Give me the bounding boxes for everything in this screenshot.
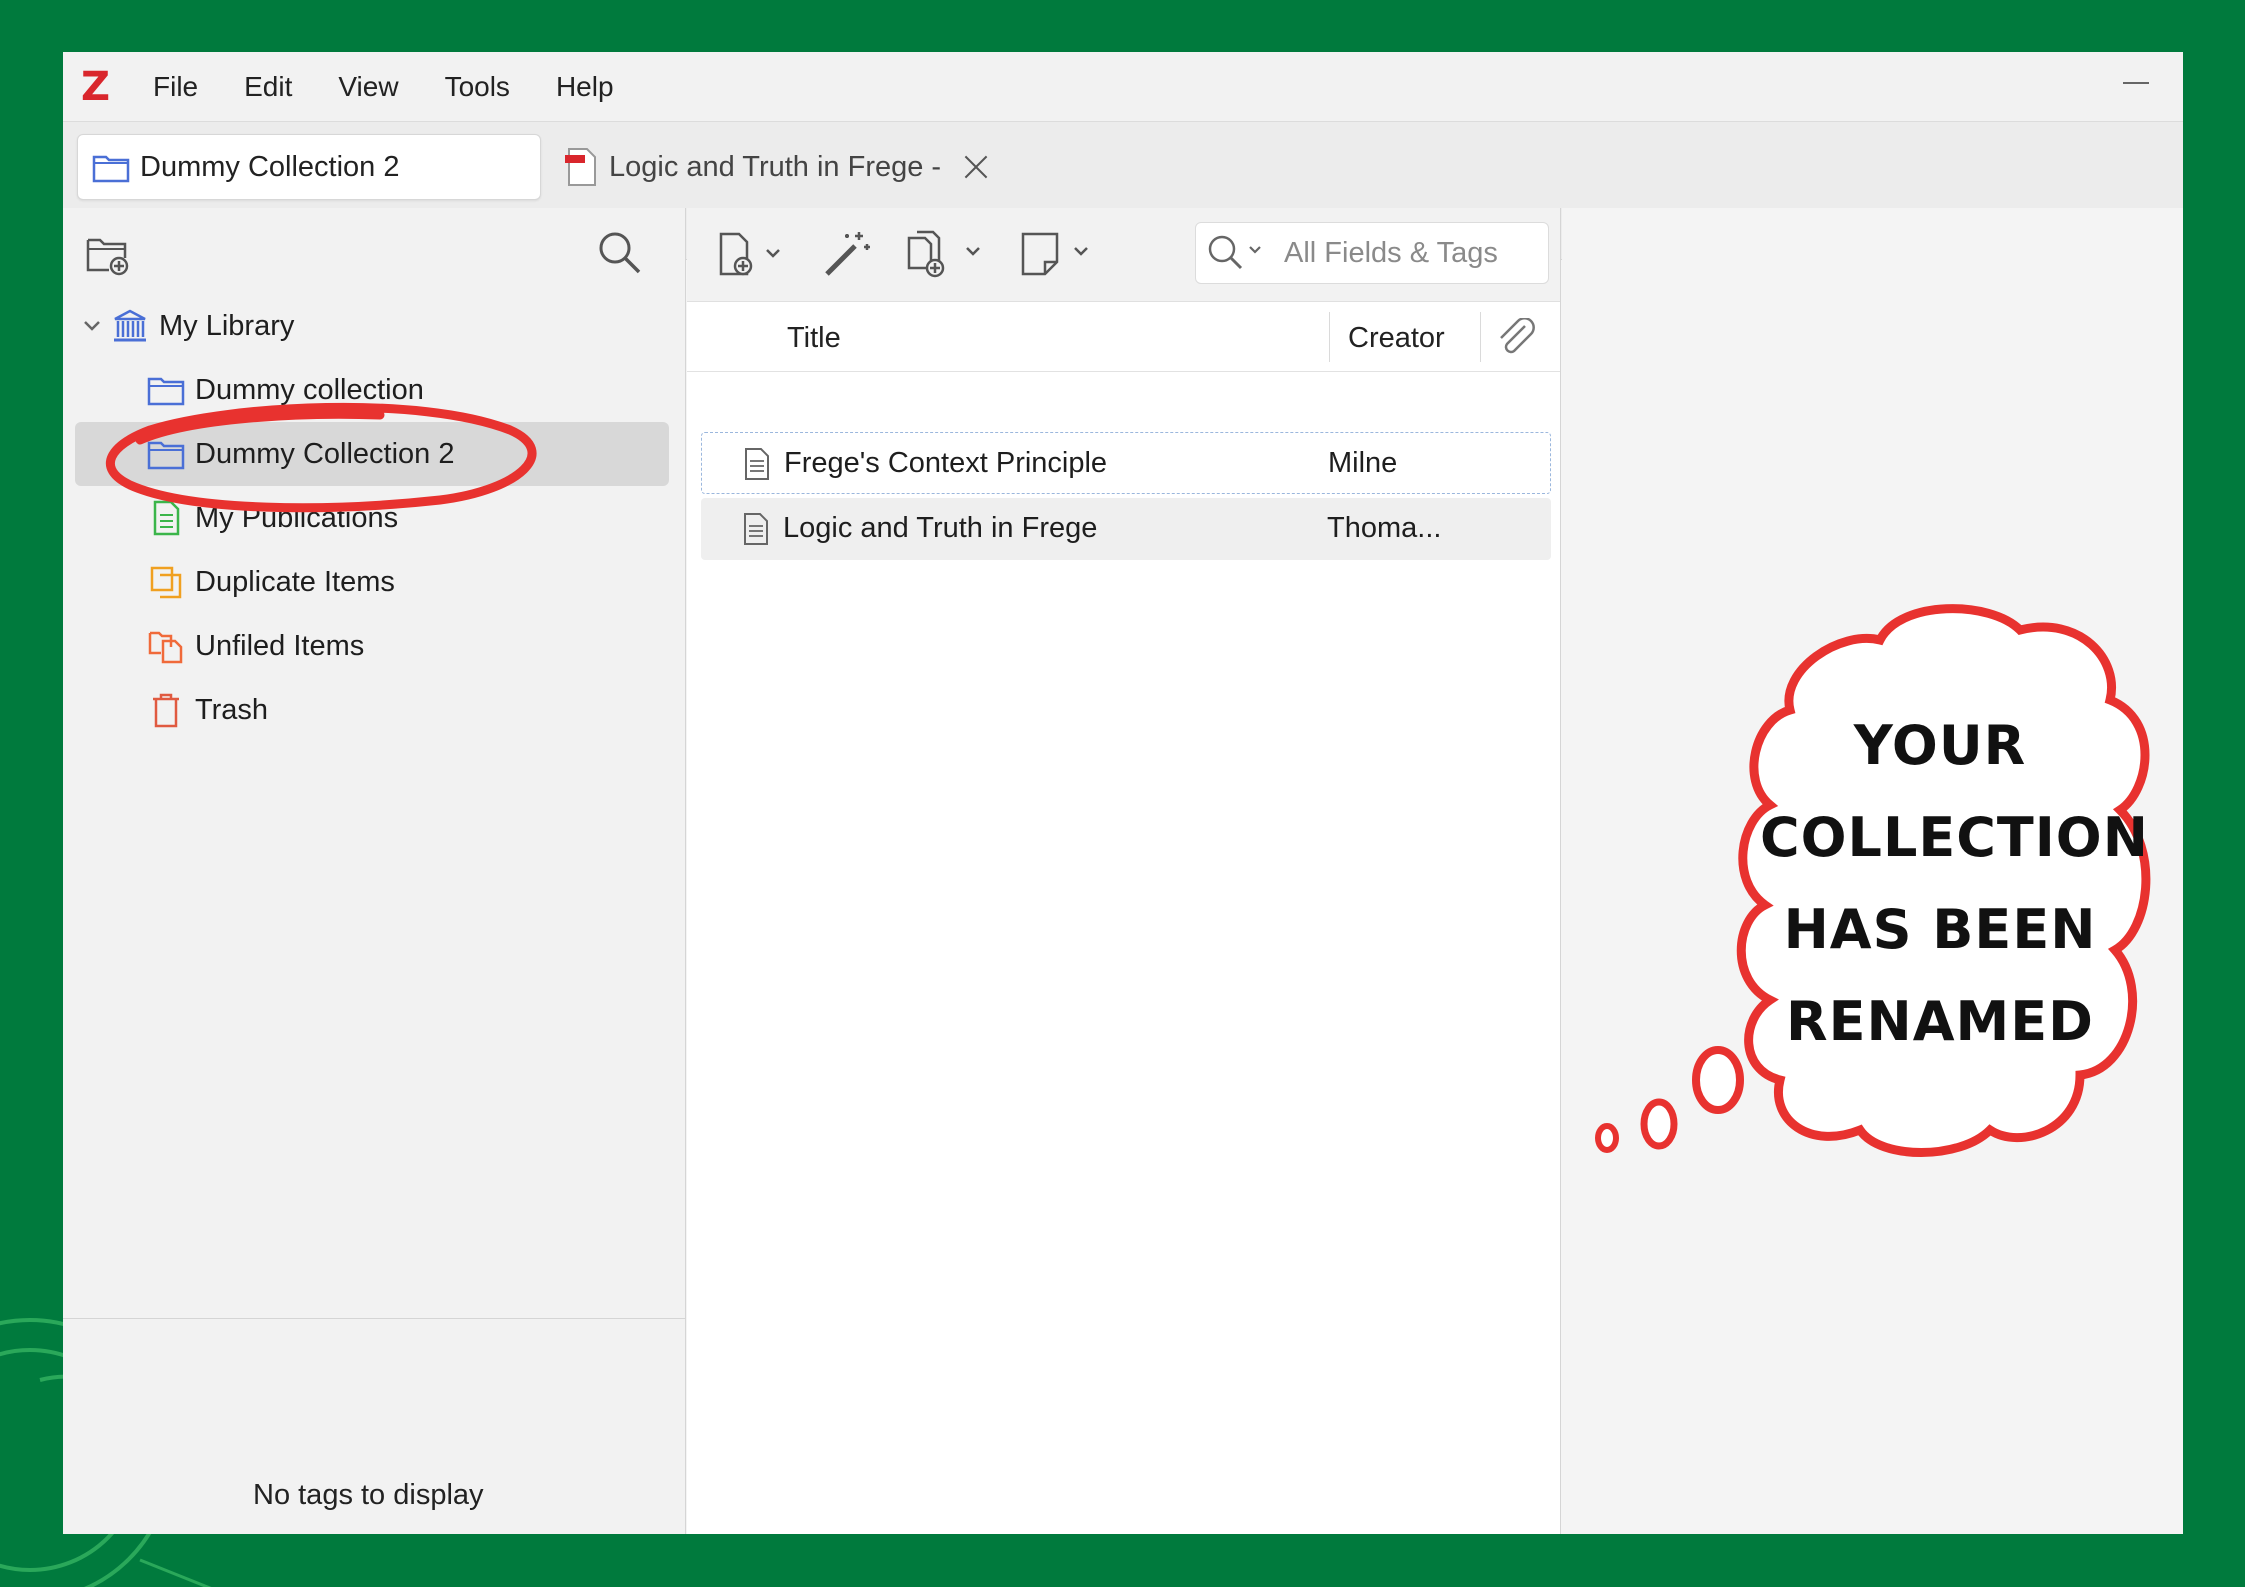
annotation-text: YOUR COLLECTION HAS BEEN RENAMED [1760,700,2149,1068]
no-tags-message: No tags to display [253,1479,484,1511]
menu-file[interactable]: File [153,71,198,103]
menu-view[interactable]: View [338,71,398,103]
tree-item-dummy-collection-2[interactable]: Dummy Collection 2 [75,422,669,486]
collections-pane: My Library Dummy collection Dummy Collec… [63,208,686,1534]
tree-item-unfiled-items[interactable]: Unfiled Items [147,614,647,678]
trash-icon [153,693,179,728]
items-pane: All Fields & Tags Title Creator Frege's … [687,208,1561,1534]
library-icon [114,309,146,342]
document-icon [745,448,769,480]
item-creator: Milne [1328,447,1398,479]
menu-edit[interactable]: Edit [244,71,292,103]
table-row[interactable]: Frege's Context Principle Milne [701,432,1551,494]
annotation-line: HAS BEEN [1783,898,2097,961]
tab-reader-label: Logic and Truth in Frege - [609,150,942,183]
tree-item-my-library[interactable]: My Library [81,294,661,358]
minimize-button[interactable] [2123,68,2149,98]
tree-item-label: Trash [195,693,269,726]
table-row[interactable]: Logic and Truth in Frege Thoma... [701,498,1551,560]
tree-item-label: Dummy Collection 2 [195,437,455,470]
tag-selector: No tags to display [63,1318,685,1534]
column-title[interactable]: Title [787,322,841,355]
folder-icon [147,441,185,470]
items-column-header: Title Creator [687,302,1560,372]
tree-item-trash[interactable]: Trash [147,678,647,742]
tab-library-label: Dummy Collection 2 [140,150,400,183]
search-placeholder: All Fields & Tags [1284,236,1498,269]
column-divider[interactable] [1329,312,1330,362]
annotation-line: YOUR [1853,714,2027,777]
close-tab-icon[interactable] [963,154,989,180]
pdf-icon [565,148,596,186]
column-creator[interactable]: Creator [1348,322,1445,355]
menu-help[interactable]: Help [556,71,614,103]
unfiled-icon [148,631,183,664]
search-input[interactable]: All Fields & Tags [1195,222,1549,284]
tree-item-label: Unfiled Items [195,629,365,662]
search-icon[interactable] [1206,233,1268,273]
items-toolbar: All Fields & Tags [687,208,1560,302]
new-note-icon[interactable] [1017,228,1097,280]
menu-tools[interactable]: Tools [445,71,510,103]
duplicate-icon [150,566,182,599]
column-divider[interactable] [1480,312,1481,362]
item-title: Frege's Context Principle [784,447,1108,479]
item-title: Logic and Truth in Frege [783,512,1098,544]
tree-item-label: Dummy collection [195,373,424,406]
search-icon[interactable] [597,230,643,276]
publications-icon [153,500,180,536]
annotation-line: COLLECTION [1760,806,2149,869]
new-item-icon[interactable] [715,230,787,280]
tree-item-duplicate-items[interactable]: Duplicate Items [147,550,647,614]
annotation-line: RENAMED [1786,990,2094,1053]
tree-item-label: My Publications [195,501,399,534]
folder-icon [92,155,130,183]
tab-reader[interactable]: Logic and Truth in Frege - [563,134,989,200]
menubar: Z File Edit View Tools Help [63,52,2183,122]
item-creator: Thoma... [1327,512,1442,544]
zotero-logo: Z [81,63,111,110]
tree-item-dummy-collection[interactable]: Dummy collection [147,358,647,422]
document-icon [744,513,768,545]
tab-library[interactable]: Dummy Collection 2 [77,134,541,200]
collections-toolbar [63,208,685,288]
paperclip-icon[interactable] [1495,318,1537,358]
tree-item-label: Duplicate Items [195,565,395,598]
tree-item-label: My Library [159,309,295,342]
chevron-down-icon[interactable] [81,315,103,337]
add-attachment-icon[interactable] [905,228,987,280]
folder-icon [147,377,185,406]
new-collection-icon[interactable] [85,232,133,276]
magic-wand-icon[interactable] [821,228,873,280]
tree-item-my-publications[interactable]: My Publications [147,486,647,550]
